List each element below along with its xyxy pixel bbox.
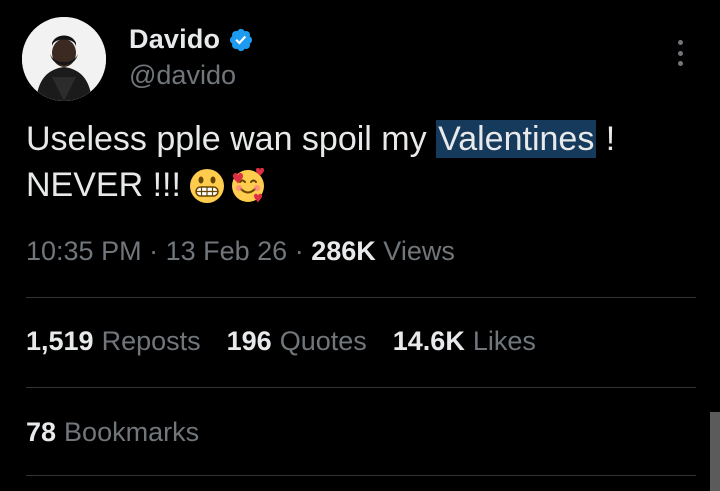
reposts-count: 1,519 — [26, 326, 94, 356]
likes-stat[interactable]: 14.6K Likes — [393, 326, 536, 357]
reposts-stat[interactable]: 1,519 Reposts — [26, 326, 201, 357]
meta-separator: · — [294, 236, 304, 266]
profile-photo-icon — [22, 17, 106, 101]
tweet-text-line-1: Useless pple wan spoil my Valentines ! — [26, 116, 696, 162]
engagement-stats: 1,519 Reposts 196 Quotes 14.6K Likes — [26, 326, 536, 357]
tweet-text-line-2: NEVER !!! — [26, 162, 696, 208]
reposts-label: Reposts — [101, 326, 201, 356]
menu-dot — [677, 61, 683, 66]
tweet-meta: 10:35 PM · 13 Feb 26 · 286K Views — [26, 236, 455, 267]
bookmarks-label: Bookmarks — [64, 417, 200, 447]
selected-text-highlight: Valentines — [436, 120, 597, 158]
menu-dot — [677, 40, 683, 45]
tweet-text-part-1: Useless pple wan spoil my — [26, 120, 437, 158]
tweet-time[interactable]: 10:35 PM — [26, 236, 142, 266]
author-display-name[interactable]: Davido — [129, 24, 220, 55]
author-name-row: Davido — [129, 24, 254, 55]
author-handle[interactable]: @davido — [129, 60, 236, 91]
scrollbar[interactable] — [710, 412, 720, 491]
emoji-group — [189, 168, 267, 204]
tweet-date[interactable]: 13 Feb 26 — [166, 236, 288, 266]
divider — [26, 475, 696, 476]
likes-count: 14.6K — [392, 326, 465, 356]
likes-label: Likes — [472, 326, 536, 356]
tweet-text-line-2-text: NEVER !!! — [26, 166, 181, 204]
tweet-text: Useless pple wan spoil my Valentines ! N… — [26, 116, 696, 208]
bookmarks-stat[interactable]: 78 Bookmarks — [26, 417, 199, 448]
divider — [26, 297, 696, 298]
tweet-detail: Davido @davido Useless pple wan spoil my… — [0, 0, 720, 491]
verified-badge-icon[interactable] — [228, 27, 254, 53]
meta-separator: · — [149, 236, 159, 266]
quotes-count: 196 — [226, 326, 272, 356]
menu-dot — [677, 50, 683, 56]
bookmarks-count: 78 — [26, 417, 57, 447]
avatar[interactable] — [22, 17, 106, 101]
smiling-face-with-hearts-emoji-icon — [231, 168, 264, 203]
more-vertical-icon[interactable] — [668, 37, 692, 69]
tweet-text-part-2: ! — [596, 120, 616, 158]
grimacing-face-emoji-icon — [189, 169, 224, 203]
quotes-stat[interactable]: 196 Quotes — [227, 326, 367, 357]
divider — [26, 387, 696, 388]
quotes-label: Quotes — [279, 326, 367, 356]
views-label: Views — [383, 236, 455, 266]
views-count: 286K — [311, 236, 376, 266]
